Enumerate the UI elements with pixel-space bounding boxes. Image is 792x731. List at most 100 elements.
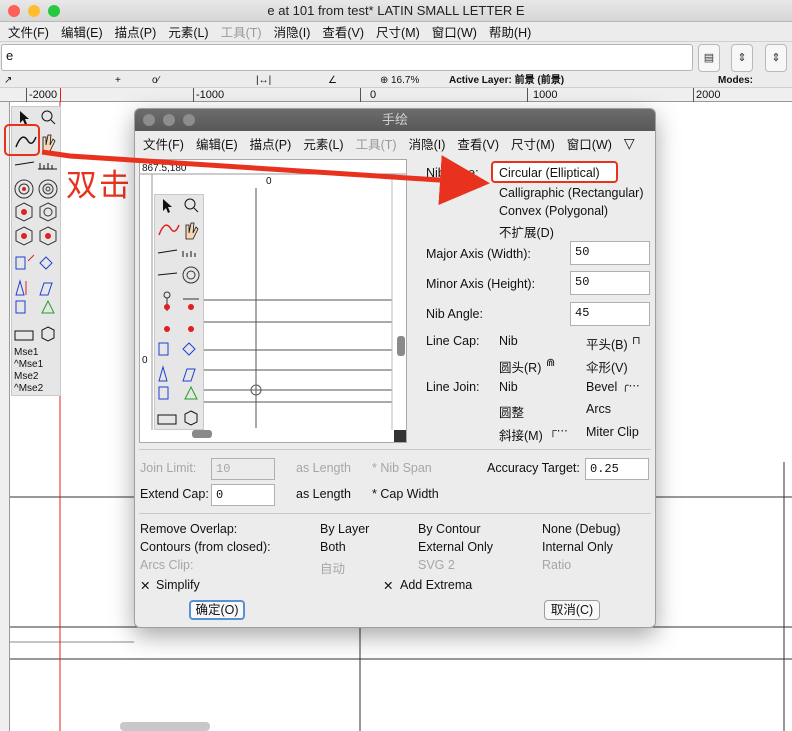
- arcs-clip-label: Arcs Clip:: [140, 558, 194, 572]
- join-limit-unit: as Length: [296, 461, 351, 475]
- major-axis-label: Major Axis (Width):: [426, 247, 531, 261]
- nib-type-option-circular[interactable]: Circular (Elliptical): [499, 166, 600, 180]
- menu-point[interactable]: 描点(P): [109, 22, 163, 41]
- contours-both[interactable]: Both: [320, 540, 346, 554]
- menu-window[interactable]: 窗口(W): [561, 134, 618, 153]
- line-join-bevel[interactable]: Bevel: [586, 380, 617, 394]
- extend-cap-field[interactable]: 0: [211, 484, 275, 506]
- menu-point[interactable]: 描点(P): [244, 134, 298, 153]
- contours-internal-only[interactable]: Internal Only: [542, 540, 613, 554]
- window-title: e at 101 from test* LATIN SMALL LETTER E: [267, 3, 525, 18]
- menu-tools: 工具(T): [355, 137, 397, 152]
- menu-view[interactable]: 查看(V): [451, 134, 505, 153]
- width-icon: |↔|: [256, 75, 272, 86]
- extend-cap-label: Extend Cap:: [140, 487, 209, 501]
- join-limit-field: 10: [211, 458, 275, 480]
- annotation-text: 双击: [66, 168, 132, 203]
- contours-external-only[interactable]: External Only: [418, 540, 493, 554]
- remove-overlap-by-layer[interactable]: By Layer: [320, 522, 369, 536]
- window-titlebar: e at 101 from test* LATIN SMALL LETTER E: [0, 0, 792, 22]
- separator: [139, 449, 651, 450]
- major-axis-field[interactable]: 50: [570, 241, 650, 265]
- minimize-window-button[interactable]: [28, 5, 40, 17]
- menu-help[interactable]: 帮助(H): [483, 22, 537, 41]
- butt-cap-icon: ⊓: [632, 335, 641, 347]
- line-cap-nib[interactable]: Nib: [499, 334, 518, 348]
- menu-file[interactable]: 文件(F): [137, 134, 190, 153]
- remove-overlap-none[interactable]: None (Debug): [542, 522, 621, 536]
- horizontal-ruler: -2000 -1000 0 1000 2000: [0, 88, 792, 102]
- plus-icon: +: [115, 75, 121, 86]
- line-join-label: Line Join:: [426, 380, 480, 394]
- active-layer: Active Layer: 前景 (前景): [449, 75, 565, 86]
- zoom-window-button[interactable]: [48, 5, 60, 17]
- ruler-tick-label: -1000: [196, 89, 225, 101]
- menu-edit[interactable]: 编辑(E): [55, 22, 109, 41]
- line-cap-butt[interactable]: 平头(B): [586, 334, 628, 353]
- close-window-button[interactable]: [8, 5, 20, 17]
- list-icon[interactable]: ▤: [698, 44, 720, 72]
- menu-window[interactable]: 窗口(W): [426, 22, 483, 41]
- extend-cap-extra: * Cap Width: [372, 487, 439, 501]
- preview-canvas[interactable]: 867.5,180 0 0: [139, 159, 407, 443]
- check-icon[interactable]: ✕: [140, 578, 150, 593]
- bevel-join-icon: ╭⋯: [622, 380, 640, 392]
- menu-element[interactable]: 元素(L): [162, 22, 214, 41]
- menu-hints[interactable]: 消隐(I): [403, 134, 452, 153]
- line-cap-round[interactable]: 圆头(R): [499, 357, 541, 376]
- dialog-zoom-button[interactable]: [183, 114, 195, 126]
- mouse-button-label: Mse1: [14, 347, 39, 358]
- remove-overlap-by-contour[interactable]: By Contour: [418, 522, 481, 536]
- minor-axis-field[interactable]: 50: [570, 271, 650, 295]
- arcs-clip-ratio: Ratio: [542, 558, 572, 572]
- line-join-miter-clip[interactable]: Miter Clip: [586, 425, 639, 439]
- arrow-icon: ↗: [4, 75, 13, 86]
- glyph-name-field[interactable]: e: [1, 44, 693, 71]
- nib-type-option-convex[interactable]: Convex (Polygonal): [499, 204, 608, 218]
- curve-point-icon: o⁄: [152, 75, 160, 86]
- line-cap-label: Line Cap:: [426, 334, 480, 348]
- nib-angle-label: Nib Angle:: [426, 307, 483, 321]
- ruler-tick-label: -2000: [29, 89, 58, 101]
- menu-view[interactable]: 查看(V): [316, 22, 370, 41]
- dialog-titlebar: 手绘: [135, 109, 655, 131]
- simplify-checkbox-label[interactable]: Simplify: [156, 578, 200, 592]
- ruler-tick-label: 0: [370, 89, 377, 101]
- line-join-round[interactable]: 圆整: [499, 402, 524, 421]
- check-icon[interactable]: ✕: [383, 578, 393, 593]
- menu-metrics[interactable]: 尺寸(M): [370, 22, 426, 41]
- menu-hints[interactable]: 消隐(I): [268, 22, 317, 41]
- accuracy-target-label: Accuracy Target:: [487, 461, 580, 475]
- mouse-button-label: ^Mse2: [14, 383, 44, 394]
- nib-type-option-calligraphic[interactable]: Calligraphic (Rectangular): [499, 186, 644, 200]
- accuracy-target-field[interactable]: 0.25: [585, 458, 649, 480]
- minor-axis-label: Minor Axis (Height):: [426, 277, 536, 291]
- main-menubar: 文件(F) 编辑(E) 描点(P) 元素(L) 工具(T) 消隐(I) 查看(V…: [0, 22, 792, 42]
- line-join-nib[interactable]: Nib: [499, 380, 518, 394]
- vertical-ruler: [0, 102, 10, 731]
- nib-angle-field[interactable]: 45: [570, 302, 650, 326]
- dialog-title: 手绘: [381, 112, 408, 127]
- round-cap-icon: ⋒: [546, 357, 556, 369]
- menu-file[interactable]: 文件(F): [2, 22, 55, 41]
- line-join-miter[interactable]: 斜接(M): [499, 425, 543, 444]
- menu-edit[interactable]: 编辑(E): [190, 134, 244, 153]
- up-down-arrow-icon[interactable]: ⇕: [731, 44, 753, 72]
- menu-metrics[interactable]: 尺寸(M): [505, 134, 561, 153]
- dialog-close-button[interactable]: [143, 114, 155, 126]
- add-extrema-checkbox-label[interactable]: Add Extrema: [400, 578, 472, 592]
- menu-tools: 工具(T): [220, 26, 262, 40]
- chevron-down-icon[interactable]: ▽: [618, 135, 641, 152]
- dialog-menubar: 文件(F) 编辑(E) 描点(P) 元素(L) 工具(T) 消隐(I) 查看(V…: [135, 131, 655, 155]
- dialog-minimize-button[interactable]: [163, 114, 175, 126]
- mouse-button-label: ^Mse1: [14, 359, 44, 370]
- magnify-icon: ⊕: [380, 75, 389, 86]
- cancel-button[interactable]: 取消(C): [544, 600, 600, 620]
- contours-label: Contours (from closed):: [140, 540, 271, 554]
- menu-element[interactable]: 元素(L): [297, 134, 349, 153]
- nib-type-option-none[interactable]: 不扩展(D): [499, 222, 554, 241]
- ok-button[interactable]: 确定(O): [189, 600, 245, 620]
- line-join-arcs[interactable]: Arcs: [586, 402, 611, 416]
- up-down-arrow-icon[interactable]: ⇕: [765, 44, 787, 72]
- line-cap-bevel[interactable]: 伞形(V): [586, 357, 628, 376]
